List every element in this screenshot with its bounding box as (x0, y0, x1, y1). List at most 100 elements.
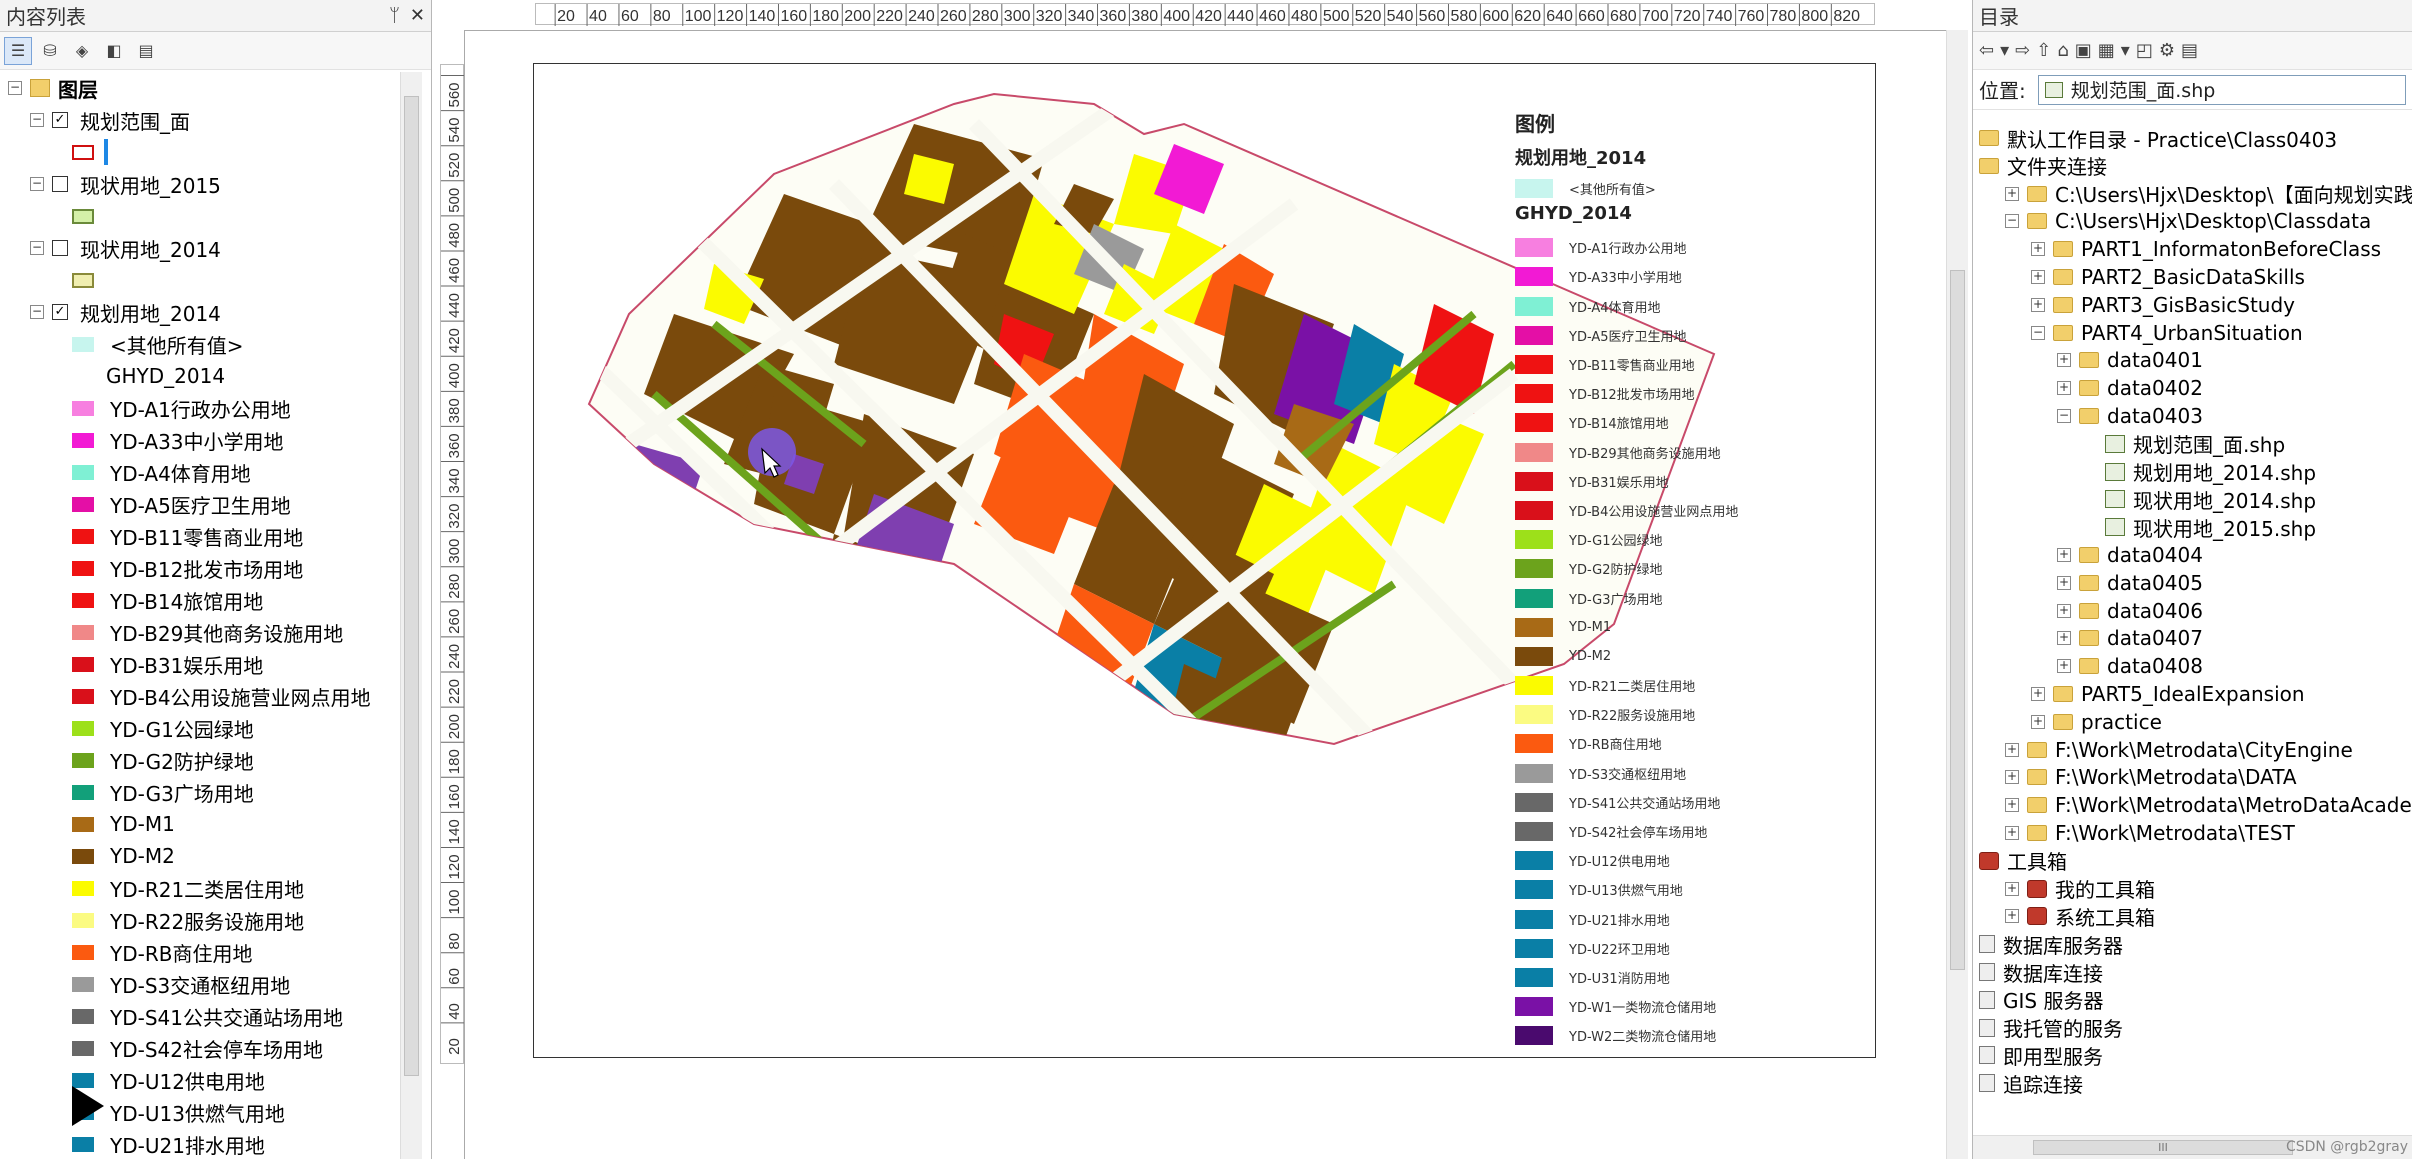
catalog-tree-item[interactable]: 规划范围_面.shp (2083, 430, 2285, 458)
expand-toggle[interactable]: + (2005, 186, 2019, 201)
expand-toggle[interactable]: + (2005, 742, 2019, 757)
toc-scrollbar[interactable] (400, 72, 422, 1159)
back-icon[interactable]: ⇦ (1979, 40, 1994, 61)
expand-toggle[interactable]: + (2057, 381, 2071, 396)
catalog-tree-item[interactable]: 工具箱 (1979, 847, 2067, 875)
catalog-tree-item[interactable]: + PART5_IdealExpansion (2031, 680, 2305, 708)
catalog-tree-item[interactable]: + F:\Work\Metrodata\DATA (2005, 763, 2297, 791)
forward-icon[interactable]: ⇨ (2015, 40, 2030, 61)
chevron-down-icon[interactable]: ▾ (2121, 40, 2130, 61)
expand-toggle[interactable]: + (2057, 575, 2071, 590)
toc-row[interactable]: − 现状用地_2015 (30, 168, 221, 200)
catalog-tree-item[interactable]: GIS 服务器 (1979, 986, 2103, 1014)
list-by-drawing-order-icon[interactable]: ☰ (4, 36, 32, 65)
layer-visibility-checkbox[interactable] (52, 240, 68, 256)
expand-toggle[interactable]: + (2057, 353, 2071, 368)
catalog-hscroll-thumb[interactable]: III (2033, 1140, 2293, 1155)
toc-scroll-thumb[interactable] (404, 96, 419, 1076)
legend-swatch[interactable] (72, 400, 94, 416)
catalog-tree-item[interactable]: + F:\Work\Metrodata\TEST (2005, 819, 2295, 847)
toc-row[interactable]: YD-B12批发市场用地 (72, 552, 303, 584)
location-input[interactable]: 规划范围_面.shp (2037, 74, 2406, 105)
legend-swatch[interactable] (72, 1136, 94, 1152)
legend-swatch[interactable] (72, 336, 94, 352)
legend-swatch[interactable] (72, 1008, 94, 1024)
catalog-tree-item[interactable]: 数据库服务器 (1979, 930, 2123, 958)
catalog-tree-item[interactable]: + data0401 (2057, 346, 2203, 374)
expand-toggle[interactable]: + (2057, 603, 2071, 618)
catalog-tree-item[interactable]: + PART2_BasicDataSkills (2031, 263, 2305, 291)
toc-row[interactable]: YD-B31娱乐用地 (72, 648, 263, 680)
toc-row[interactable]: − 现状用地_2014 (30, 232, 221, 264)
toc-row[interactable]: − 图层 (8, 72, 98, 104)
catalog-tree-item[interactable]: 现状用地_2015.shp (2083, 513, 2316, 541)
collapse-toggle[interactable]: − (30, 305, 44, 319)
catalog-tree-item[interactable]: 数据库连接 (1979, 958, 2103, 986)
legend-swatch[interactable] (72, 560, 94, 576)
expand-toggle[interactable]: + (2005, 826, 2019, 840)
expand-toggle[interactable]: − (2057, 409, 2071, 423)
legend-swatch[interactable] (72, 464, 94, 480)
toc-row[interactable]: YD-S41公共交通站场用地 (72, 1000, 343, 1032)
new-folder-icon[interactable]: ◰ (2136, 40, 2153, 61)
toc-row[interactable] (72, 264, 110, 296)
close-icon[interactable]: ✕ (410, 5, 425, 26)
layer-name[interactable]: 现状用地_2015 (80, 170, 221, 199)
expand-toggle[interactable]: + (2057, 548, 2071, 562)
legend-swatch[interactable] (72, 688, 94, 704)
layer-visibility-checkbox[interactable]: ✓ (52, 304, 68, 320)
expand-toggle[interactable]: + (2005, 881, 2019, 896)
map-legend[interactable]: 图例 规划用地_2014 <其他所有值> GHYD_2014 YD-A1行政办公… (1515, 108, 1845, 1050)
catalog-tree-item[interactable]: + F:\Work\Metrodata\MetroDataAcadem (2005, 791, 2412, 819)
catalog-tree-item[interactable]: + data0405 (2057, 569, 2203, 597)
catalog-tree-item[interactable]: + F:\Work\Metrodata\CityEngine (2005, 736, 2353, 764)
catalog-tree-item[interactable]: + data0408 (2057, 652, 2203, 680)
legend-swatch[interactable] (72, 912, 94, 928)
legend-swatch[interactable] (72, 784, 94, 800)
toc-row[interactable]: YD-A4体育用地 (72, 456, 251, 488)
list-by-selection-icon[interactable]: ◧ (100, 37, 128, 65)
catalog-tree-item[interactable]: + PART1_InformatonBeforeClass (2031, 235, 2381, 263)
layout-scroll-thumb[interactable] (1950, 270, 1965, 970)
layer-symbol[interactable] (72, 144, 94, 160)
legend-swatch[interactable] (72, 1040, 94, 1056)
catalog-tree-item[interactable]: + data0406 (2057, 597, 2203, 625)
expand-toggle[interactable]: + (2005, 770, 2019, 785)
toc-row[interactable]: YD-U21排水用地 (72, 1128, 265, 1159)
up-one-level-icon[interactable]: ⇧ (2036, 40, 2051, 61)
legend-swatch[interactable] (72, 752, 94, 768)
legend-swatch[interactable] (72, 976, 94, 992)
layer-symbol[interactable] (72, 272, 94, 288)
toc-row[interactable]: YD-G2防护绿地 (72, 744, 254, 776)
pin-icon[interactable]: ᛘ (389, 5, 400, 26)
catalog-tree-item[interactable]: − C:\Users\Hjx\Desktop\Classdata (2005, 207, 2371, 235)
toc-row[interactable]: YD-R22服务设施用地 (72, 904, 304, 936)
catalog-tree-item[interactable]: + data0407 (2057, 624, 2203, 652)
toc-row[interactable]: YD-M1 (72, 808, 175, 840)
legend-swatch[interactable] (72, 528, 94, 544)
layer-name[interactable]: 规划范围_面 (80, 106, 190, 135)
toc-row[interactable]: YD-G1公园绿地 (72, 712, 254, 744)
toc-row[interactable]: GHYD_2014 (106, 360, 225, 392)
layer-name[interactable]: 规划用地_2014 (80, 298, 221, 327)
legend-swatch[interactable] (72, 496, 94, 512)
options-icon[interactable]: ▤ (132, 37, 160, 65)
catalog-tree-item[interactable]: 追踪连接 (1979, 1069, 2083, 1097)
catalog-tree-item[interactable]: + data0402 (2057, 374, 2203, 402)
expand-toggle[interactable]: + (2031, 714, 2045, 729)
expand-toggle[interactable]: + (2057, 659, 2071, 674)
toc-row[interactable]: YD-R21二类居住用地 (72, 872, 304, 904)
home-icon[interactable]: ⌂ (2057, 40, 2068, 61)
toc-row[interactable] (72, 200, 110, 232)
legend-swatch[interactable] (72, 432, 94, 448)
expand-toggle[interactable]: − (2005, 214, 2019, 229)
layer-name[interactable]: 现状用地_2014 (80, 234, 221, 263)
catalog-tree-item[interactable]: 默认工作目录 - Practice\Class0403 (1979, 124, 2337, 152)
expand-toggle[interactable]: − (2031, 325, 2045, 340)
legend-swatch[interactable] (72, 656, 94, 672)
collapse-toggle[interactable]: − (30, 113, 44, 127)
catalog-tree-item[interactable]: 我托管的服务 (1979, 1014, 2123, 1042)
legend-swatch[interactable] (72, 944, 94, 960)
expand-toggle[interactable]: + (2005, 909, 2019, 924)
catalog-options-icon[interactable]: ▤ (2181, 40, 2198, 61)
